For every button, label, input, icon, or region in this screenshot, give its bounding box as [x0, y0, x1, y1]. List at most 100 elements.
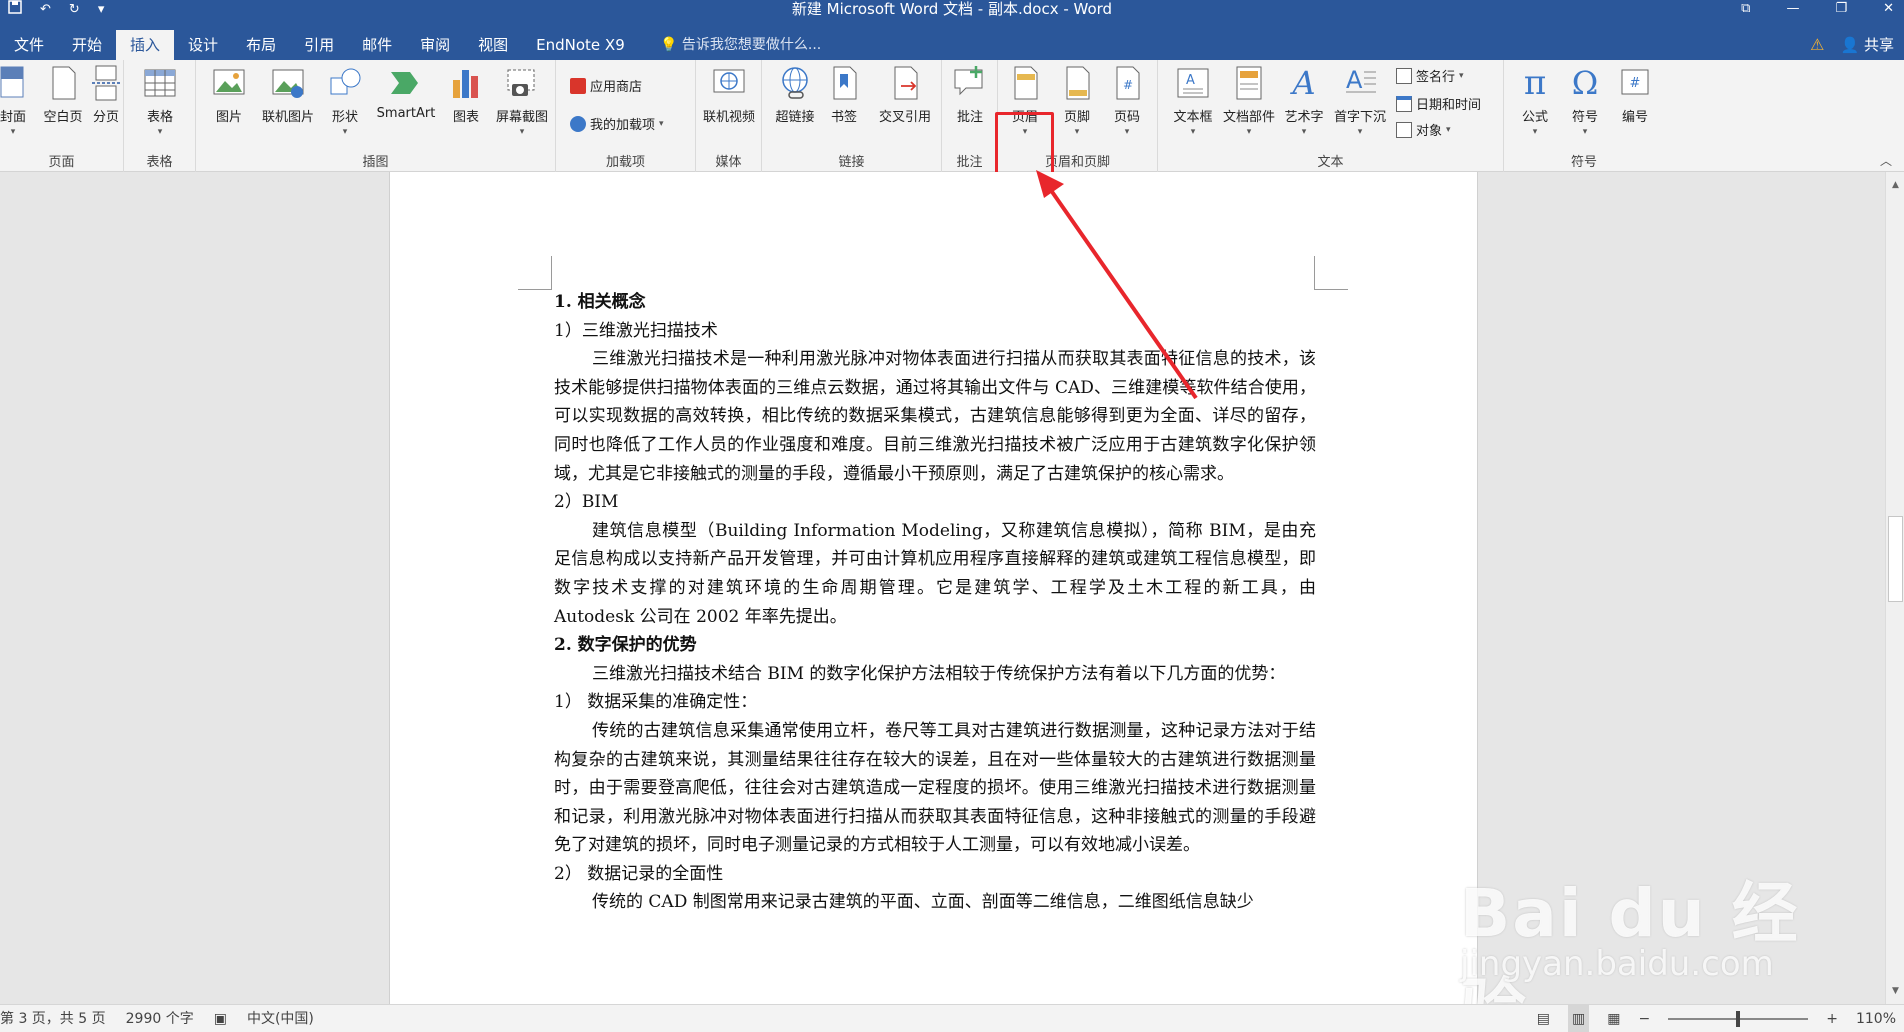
symbol-button[interactable]: Ω 符号 ▾ — [1558, 64, 1612, 137]
blank-page-icon — [45, 64, 81, 102]
addins-icon — [570, 115, 586, 132]
new-comment-button[interactable]: 批注 — [943, 64, 997, 125]
document-paragraph[interactable]: 传统的古建筑信息采集通常使用立杆，卷尺等工具对古建筑进行数据测量，这种记录方法对… — [554, 717, 1316, 860]
document-paragraph[interactable]: 三维激光扫描技术是一种利用激光脉冲对物体表面进行扫描从而获取其表面特征信息的技术… — [554, 345, 1316, 488]
equation-button[interactable]: π 公式 ▾ — [1508, 64, 1562, 137]
chart-button[interactable]: 图表 — [442, 64, 490, 125]
cover-page-button[interactable]: 封面 ▾ — [0, 64, 38, 137]
tab-file[interactable]: 文件 — [0, 30, 58, 60]
cross-reference-icon — [887, 64, 923, 102]
scroll-down-icon[interactable]: ▼ — [1889, 984, 1902, 998]
page-number-button[interactable]: # 页码 ▾ — [1100, 64, 1154, 137]
wordart-button[interactable]: A 艺术字 ▾ — [1278, 64, 1330, 137]
close-icon[interactable]: ✕ — [1883, 0, 1894, 18]
tab-review[interactable]: 审阅 — [406, 30, 464, 60]
person-icon: 👤 — [1840, 36, 1860, 54]
zoom-level[interactable]: 110% — [1856, 1005, 1896, 1032]
document-paragraph[interactable]: 三维激光扫描技术结合 BIM 的数字化保护方法相较于传统保护方法有着以下几方面的… — [554, 660, 1316, 689]
blank-page-button[interactable]: 空白页 — [36, 64, 90, 125]
tab-mailings[interactable]: 邮件 — [348, 30, 406, 60]
ribbon: 封面 ▾ 空白页 分页 页面 表格 ▾ 表格 图片 联机图片 形状 ▾ Smar… — [0, 60, 1904, 219]
object-icon — [1396, 121, 1412, 138]
object-button[interactable]: 对象 ▾ — [1396, 120, 1451, 139]
signature-line-button[interactable]: 签名行 ▾ — [1396, 66, 1464, 85]
hyperlink-button[interactable]: 超链接 — [768, 64, 822, 125]
picture-icon — [211, 64, 247, 102]
online-picture-button[interactable]: 联机图片 — [256, 64, 320, 125]
document-paragraph[interactable]: 2） 数据记录的全面性 — [554, 860, 1316, 889]
smartart-icon — [388, 64, 424, 102]
drop-cap-icon: A — [1342, 64, 1378, 102]
document-paragraph[interactable]: 建筑信息模型（Building Information Modeling，又称建… — [554, 517, 1316, 631]
store-icon — [570, 77, 586, 94]
shapes-button[interactable]: 形状 ▾ — [322, 64, 368, 137]
tab-home[interactable]: 开始 — [58, 30, 116, 60]
hyperlink-icon — [777, 64, 813, 102]
svg-text:#: # — [1123, 78, 1133, 92]
document-heading[interactable]: 2. 数字保护的优势 — [554, 631, 1316, 660]
language-indicator[interactable]: 中文(中国) — [247, 1005, 314, 1032]
group-links: 超链接 书签 交叉引用 链接 — [762, 60, 942, 172]
vertical-scrollbar[interactable]: ▲ ▼ — [1885, 172, 1904, 1004]
cross-reference-button[interactable]: 交叉引用 — [870, 64, 940, 125]
word-count[interactable]: 2990 个字 — [126, 1005, 194, 1032]
page-count[interactable]: 第 3 页，共 5 页 — [0, 1005, 106, 1032]
quick-parts-button[interactable]: 文档部件 ▾ — [1216, 64, 1282, 137]
number-button[interactable]: # 编号 — [1608, 64, 1662, 125]
my-addins-button[interactable]: 我的加载项 ▾ — [570, 114, 664, 133]
status-bar: 第 3 页，共 5 页 2990 个字 ▣ 中文(中国) ▤ ▥ ▦ − + 1… — [0, 1004, 1904, 1032]
tab-design[interactable]: 设计 — [174, 30, 232, 60]
footer-button[interactable]: 页脚 ▾ — [1050, 64, 1104, 137]
textbox-button[interactable]: A 文本框 ▾ — [1166, 64, 1220, 137]
scroll-thumb[interactable] — [1888, 516, 1903, 602]
minimize-icon[interactable]: — — [1786, 0, 1799, 18]
svg-text:A: A — [1186, 73, 1195, 88]
group-table: 表格 ▾ 表格 — [124, 60, 196, 172]
zoom-slider[interactable] — [1668, 1011, 1809, 1027]
document-heading[interactable]: 1. 相关概念 — [554, 288, 1316, 317]
online-video-icon — [711, 64, 747, 102]
tab-insert[interactable]: 插入 — [116, 30, 175, 60]
ribbon-display-icon[interactable]: ⧉ — [1741, 0, 1750, 18]
collapse-ribbon-icon[interactable]: ︿ — [1880, 152, 1892, 169]
share-button[interactable]: 👤 共享 — [1841, 30, 1894, 60]
proofing-icon[interactable]: ▣ — [214, 1005, 227, 1032]
document-paragraph[interactable]: 1） 数据采集的准确定性： — [554, 688, 1316, 717]
smartart-button[interactable]: SmartArt — [370, 64, 442, 121]
zoom-in-button[interactable]: + — [1826, 1005, 1838, 1032]
table-icon — [142, 64, 178, 102]
table-button[interactable]: 表格 ▾ — [133, 64, 187, 137]
picture-button[interactable]: 图片 — [202, 64, 256, 125]
web-layout-icon[interactable]: ▦ — [1607, 1005, 1620, 1032]
drop-cap-button[interactable]: A 首字下沉 ▾ — [1328, 64, 1392, 137]
store-button[interactable]: 应用商店 — [570, 76, 642, 95]
scroll-up-icon[interactable]: ▲ — [1889, 178, 1902, 192]
group-illustrations: 图片 联机图片 形状 ▾ SmartArt 图表 屏幕截图 ▾ 插图 — [196, 60, 556, 172]
page-break-button[interactable]: 分页 — [86, 64, 126, 125]
margin-corner-top-left — [518, 256, 552, 290]
ribbon-tab-bar: 文件 开始 插入 设计 布局 引用 邮件 审阅 视图 EndNote X9 💡 … — [0, 18, 1904, 60]
tell-me-search[interactable]: 💡 告诉我您想要做什么... — [660, 30, 821, 60]
zoom-slider-thumb[interactable] — [1736, 1011, 1741, 1027]
document-paragraph[interactable]: 传统的 CAD 制图常用来记录古建筑的平面、立面、剖面等二维信息，二维图纸信息缺… — [554, 888, 1316, 917]
date-time-button[interactable]: 日期和时间 — [1396, 94, 1481, 113]
tab-references[interactable]: 引用 — [290, 30, 348, 60]
tab-layout[interactable]: 布局 — [232, 30, 290, 60]
read-mode-icon[interactable]: ▤ — [1537, 1005, 1550, 1032]
screenshot-button[interactable]: 屏幕截图 ▾ — [490, 64, 554, 137]
tab-view[interactable]: 视图 — [464, 30, 522, 60]
document-body[interactable]: 1. 相关概念 1）三维激光扫描技术 三维激光扫描技术是一种利用激光脉冲对物体表面进… — [554, 288, 1316, 917]
bookmark-button[interactable]: 书签 — [820, 64, 868, 125]
tab-endnote[interactable]: EndNote X9 — [522, 30, 639, 60]
zoom-out-button[interactable]: − — [1639, 1005, 1651, 1032]
document-page[interactable]: 1. 相关概念 1）三维激光扫描技术 三维激光扫描技术是一种利用激光脉冲对物体表面进… — [389, 172, 1478, 1004]
warning-icon[interactable]: ⚠ — [1810, 30, 1824, 60]
document-paragraph[interactable]: 2）BIM — [554, 488, 1316, 517]
print-layout-icon[interactable]: ▥ — [1568, 1005, 1590, 1032]
document-paragraph[interactable]: 1）三维激光扫描技术 — [554, 317, 1316, 346]
restore-icon[interactable]: ❐ — [1835, 0, 1847, 18]
svg-text:A: A — [1289, 64, 1315, 102]
online-video-button[interactable]: 联机视频 — [698, 64, 760, 125]
number-icon: # — [1617, 64, 1653, 102]
lightbulb-icon: 💡 — [660, 37, 678, 53]
